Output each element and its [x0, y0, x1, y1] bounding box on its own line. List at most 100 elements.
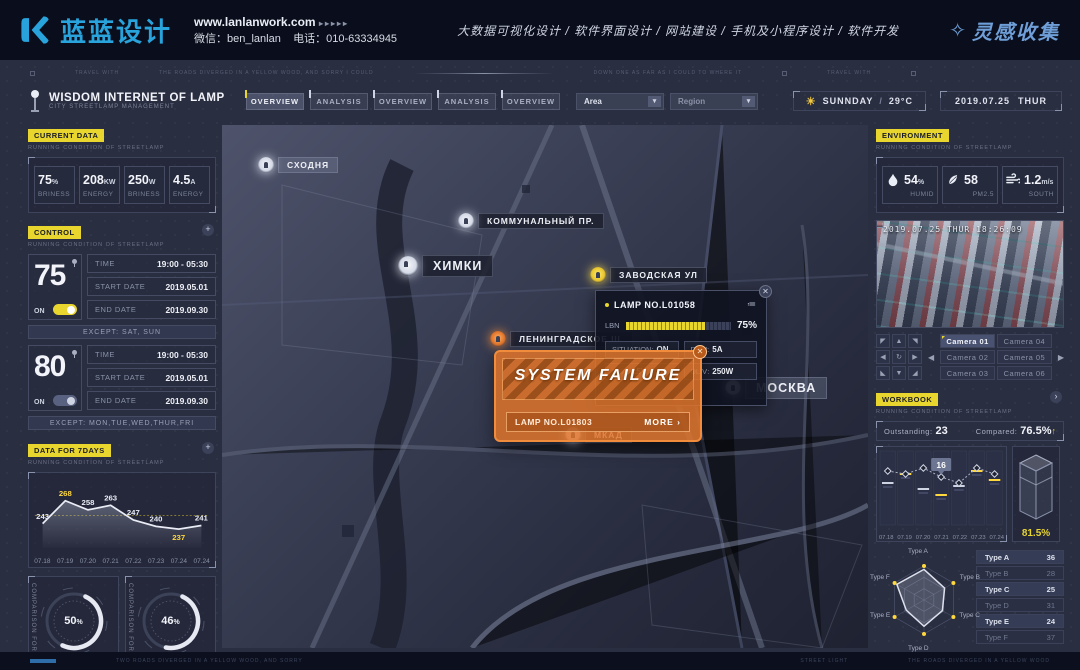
compared-value: 76.5%	[1020, 425, 1051, 437]
tab-analysis-2[interactable]: ANALYSIS	[438, 93, 496, 110]
reset-button[interactable]: ↻	[892, 350, 906, 364]
pan-right-button[interactable]: ▶	[908, 350, 922, 364]
line-chart: 243268258263247240237241 07.1807.1907.20…	[28, 472, 216, 568]
environment-stats: 54% HUMID 58 PM2.5 1.2m/s SOU	[876, 157, 1064, 213]
x-axis-labels: 07.1807.1907.2007.2107.2207.2307.2407.24	[31, 558, 213, 565]
camera-04-button[interactable]: Camera 04	[997, 334, 1052, 348]
tab-overview-1[interactable]: OVERVIEW	[246, 93, 304, 110]
comparison-gauges: COMPARISON FOR 50% COMPARISON FOR 46%	[28, 576, 216, 664]
svg-text:258: 258	[82, 498, 96, 507]
axis-label: 07.21	[99, 558, 122, 565]
type-a-row[interactable]: Type A36	[976, 550, 1064, 564]
tab-overview-2[interactable]: OVERVIEW	[374, 93, 432, 110]
power-toggle[interactable]	[53, 395, 77, 406]
camera-06-button[interactable]: Camera 06	[997, 366, 1052, 380]
type-f-row[interactable]: Type F37	[976, 630, 1064, 644]
pan-upleft-button[interactable]: ◤	[876, 334, 890, 348]
camera-prev-button[interactable]: ◀	[928, 353, 934, 362]
axis-label: 07.22	[122, 558, 145, 565]
phone-label: 电话：010-63334945	[293, 33, 397, 45]
tab-analysis-1[interactable]: ANALYSIS	[310, 93, 368, 110]
camera-01-button[interactable]: Camera 01	[940, 334, 995, 348]
start-date-row[interactable]: START DATE2019.05.01	[87, 277, 216, 296]
pan-downleft-button[interactable]: ◣	[876, 366, 890, 380]
outstanding-value: 23	[936, 425, 948, 437]
lamp-pin-icon	[590, 267, 606, 283]
close-icon[interactable]: ✕	[693, 345, 707, 359]
panel-data-7days: DATA FOR 7DAYS RUNNING CONDITION OF STRE…	[28, 440, 216, 568]
type-d-row[interactable]: Type D31	[976, 598, 1064, 612]
svg-text:247: 247	[127, 508, 140, 517]
axis-label: 07.21	[932, 535, 950, 541]
contact-info: www.lanlanwork.com ▸▸▸▸▸ 微信：ben_lanlan 电…	[194, 13, 397, 48]
svg-text:268: 268	[59, 489, 73, 498]
map-label-khimki[interactable]: ХИМКИ	[398, 255, 493, 277]
workbook-badge: WORKBOOK	[876, 393, 938, 406]
more-button[interactable]: MORE ›	[644, 417, 681, 427]
start-date-row[interactable]: START DATE2019.05.01	[87, 368, 216, 387]
brightness-bar[interactable]	[626, 322, 731, 330]
chevron-down-icon: ▾	[648, 96, 661, 107]
time-row[interactable]: TIME19:00 - 05:30	[87, 254, 216, 273]
workbook-stats: Outstanding: 23 Compared: 76.5% ↑	[876, 421, 1064, 441]
camera-feed-image[interactable]: 2019.07.25 THUR 18:26:09	[876, 220, 1064, 328]
add-control-button[interactable]: +	[202, 224, 214, 236]
wechat-label: 微信：ben_lanlan	[194, 33, 281, 45]
pan-left-button[interactable]: ◀	[876, 350, 890, 364]
camera-next-button[interactable]: ▶	[1058, 353, 1064, 362]
weekday: THUR	[1018, 96, 1047, 106]
sliders-icon[interactable]: ≔	[747, 299, 757, 310]
except-days: EXCEPT: MON,TUE,WED,THUR,FRI	[28, 416, 216, 430]
pan-downright-button[interactable]: ◢	[908, 366, 922, 380]
pan-down-button[interactable]: ▼	[892, 366, 906, 380]
camera-03-button[interactable]: Camera 03	[940, 366, 995, 380]
date-value: 2019.07.25	[955, 96, 1010, 106]
cube-percent: 81.5%	[1022, 528, 1050, 539]
map-label-kommunalny[interactable]: КОММУНАЛЬНЫЙ ПР.	[458, 213, 604, 229]
type-e-row[interactable]: Type E24	[976, 614, 1064, 628]
control-badge: CONTROL	[28, 226, 81, 239]
lamp-pin-icon	[458, 213, 474, 229]
expand-chart-button[interactable]: +	[202, 442, 214, 454]
pan-upright-button[interactable]: ◥	[908, 334, 922, 348]
end-date-row[interactable]: END DATE2019.09.30	[87, 300, 216, 319]
end-date-row[interactable]: END DATE2019.09.30	[87, 391, 216, 410]
status-dot	[605, 303, 609, 307]
panel-workbook: WORKBOOK RUNNING CONDITION OF STREETLAMP…	[876, 389, 1064, 542]
panel-camera: 2019.07.25 THUR 18:26:09 ◤ ▲ ◥ ◀ ↻ ▶ ◣ ▼…	[876, 220, 1064, 380]
area-select[interactable]: Area ▾	[576, 93, 664, 110]
camera-controls: ◤ ▲ ◥ ◀ ↻ ▶ ◣ ▼ ◢ ◀ Camera 01 Camera 02 …	[876, 334, 1064, 380]
pm25-stat: 58 PM2.5	[942, 166, 998, 204]
inspiration-collect[interactable]: ✧ 灵感收集	[949, 16, 1060, 45]
axis-label: 07.20	[77, 558, 100, 565]
camera-02-button[interactable]: Camera 02	[940, 350, 995, 364]
bulb-icon	[72, 259, 77, 264]
axis-label: 07.24	[168, 558, 191, 565]
decorative-strip: TRAVEL WITH THE ROADS DIVERGED IN A YELL…	[30, 66, 1050, 80]
system-failure-alert: ✕ SYSTEM FAILURE LAMP NO.L01803 MORE ›	[494, 350, 702, 442]
chevron-down-icon: ▾	[742, 96, 755, 107]
website-link[interactable]: www.lanlanwork.com	[194, 15, 316, 29]
lamp-pin-icon	[490, 331, 506, 347]
camera-05-button[interactable]: Camera 05	[997, 350, 1052, 364]
logo[interactable]: 蓝蓝设计	[0, 12, 172, 49]
map-label-zavodskaya[interactable]: ЗАВОДСКАЯ УЛ	[590, 267, 707, 283]
svg-text:237: 237	[172, 533, 185, 542]
close-icon[interactable]: ✕	[759, 285, 772, 298]
cube-icon	[1018, 453, 1054, 525]
brightness-value: 80	[34, 349, 76, 385]
city-map[interactable]: СХОДНЯ КОММУНАЛЬНЫЙ ПР. ХИМКИ ЗАВОДСКАЯ …	[222, 125, 868, 648]
axis-label: 07.24	[988, 535, 1006, 541]
type-c-row[interactable]: Type C25	[976, 582, 1064, 596]
tab-overview-3[interactable]: OVERVIEW	[502, 93, 560, 110]
pan-up-button[interactable]: ▲	[892, 334, 906, 348]
control-group-2: 80 ON TIME19:00 - 05:30 START DATE2019.0…	[28, 345, 216, 411]
workbook-more-button[interactable]: ›	[1050, 391, 1062, 403]
type-b-row[interactable]: Type B28	[976, 566, 1064, 580]
time-row[interactable]: TIME19:00 - 05:30	[87, 345, 216, 364]
map-label-skhodnya[interactable]: СХОДНЯ	[258, 157, 338, 173]
logo-text: 蓝蓝设计	[60, 12, 172, 49]
region-select[interactable]: Region ▾	[670, 93, 758, 110]
current-data-stats: 75% BRINESS 208KW ENERGY 250W BRINESS 4.…	[28, 157, 216, 213]
power-toggle[interactable]	[53, 304, 77, 315]
